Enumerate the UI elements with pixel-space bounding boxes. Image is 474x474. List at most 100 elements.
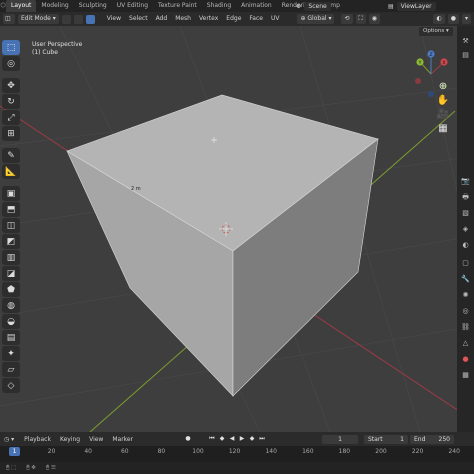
texture-tab-icon[interactable]: ▦ bbox=[460, 370, 471, 381]
knife-icon[interactable]: ◪ bbox=[2, 266, 20, 281]
modifier-tab-icon[interactable]: 🔧 bbox=[460, 274, 471, 285]
view-tab-icon[interactable]: ▤ bbox=[460, 50, 471, 61]
menu-uv[interactable]: UV bbox=[268, 14, 283, 24]
inset-icon[interactable]: ◫ bbox=[2, 218, 20, 233]
timeline-menu-keying[interactable]: Keying bbox=[60, 436, 80, 443]
workspace-tab-uv-editing[interactable]: UV Editing bbox=[112, 0, 153, 12]
play-reverse-icon[interactable]: ◀ bbox=[228, 435, 236, 443]
workspace-tab-shading[interactable]: Shading bbox=[202, 0, 236, 12]
timeline-editor-icon[interactable]: ◷ ▾ bbox=[4, 436, 14, 443]
scene-name[interactable]: Scene bbox=[304, 1, 331, 11]
world-tab-icon[interactable]: ◐ bbox=[460, 240, 471, 251]
jump-start-icon[interactable]: ⏮ bbox=[208, 435, 216, 443]
menu-face[interactable]: Face bbox=[246, 14, 266, 24]
timeline-menu-marker[interactable]: Marker bbox=[112, 436, 133, 443]
shrink-fatten-icon[interactable]: ✦ bbox=[2, 346, 20, 361]
poly-build-icon[interactable]: ⬟ bbox=[2, 282, 20, 297]
timeline-menu-view[interactable]: View bbox=[89, 436, 103, 443]
play-icon[interactable]: ▶ bbox=[238, 435, 246, 443]
viewport-info: User Perspective (1) Cube bbox=[32, 41, 82, 57]
mode-dropdown[interactable]: Edit Mode ▾ bbox=[18, 14, 59, 24]
workspace-tab-layout[interactable]: Layout bbox=[6, 0, 37, 12]
annotate-icon[interactable]: ✎ bbox=[2, 148, 20, 163]
pivot-point-icon[interactable]: ⟲ bbox=[341, 14, 353, 24]
bevel-icon[interactable]: ◩ bbox=[2, 234, 20, 249]
data-tab-icon[interactable]: △ bbox=[460, 338, 471, 349]
perspective-toggle-icon[interactable]: ▦ bbox=[435, 122, 451, 135]
shading-solid-icon[interactable]: ● bbox=[447, 14, 459, 24]
record-icon[interactable]: ● bbox=[184, 435, 192, 443]
smooth-icon[interactable]: ◒ bbox=[2, 314, 20, 329]
timeline-menu-playback[interactable]: Playback bbox=[24, 436, 51, 443]
object-tab-icon[interactable]: ▢ bbox=[460, 258, 471, 269]
extrude-icon[interactable]: ⬒ bbox=[2, 202, 20, 217]
end-value: 250 bbox=[438, 436, 450, 443]
editor-type-icon[interactable]: ◫ bbox=[3, 14, 15, 24]
scene-selector[interactable]: ⚙ Scene bbox=[296, 0, 331, 12]
view-layer-tab-icon[interactable]: ▧ bbox=[460, 208, 471, 219]
view-layer-selector[interactable]: ▤ ViewLayer bbox=[388, 0, 436, 12]
next-keyframe-icon[interactable]: ◆ bbox=[248, 435, 256, 443]
view-layer-name[interactable]: ViewLayer bbox=[396, 1, 436, 11]
transform-icon[interactable]: ⊞ bbox=[2, 126, 20, 141]
current-frame-field[interactable]: 1 bbox=[322, 435, 358, 444]
rotate-icon[interactable]: ↻ bbox=[2, 94, 20, 109]
scale-icon[interactable]: ⤢ bbox=[2, 110, 20, 125]
menu-add[interactable]: Add bbox=[153, 14, 171, 24]
constraints-tab-icon[interactable]: ⛓ bbox=[460, 322, 471, 333]
pan-hand-icon[interactable]: ✋ bbox=[435, 94, 451, 107]
face-select-icon[interactable] bbox=[85, 14, 95, 24]
tool-tab-icon[interactable]: ⚒ bbox=[460, 36, 471, 47]
start-frame-field[interactable]: Start 1 bbox=[364, 435, 408, 444]
active-object-label: (1) Cube bbox=[32, 49, 58, 56]
shear-icon[interactable]: ▱ bbox=[2, 362, 20, 377]
workspace-tab-modeling[interactable]: Modeling bbox=[36, 0, 73, 12]
mode-label: Edit Mode bbox=[21, 15, 51, 22]
proportional-edit-icon[interactable]: ◉ bbox=[368, 14, 380, 24]
header-menus: View Select Add Mesh Vertex Edge Face UV bbox=[104, 14, 283, 24]
output-tab-icon[interactable]: 🖶 bbox=[460, 192, 471, 203]
particles-tab-icon[interactable]: ✺ bbox=[460, 290, 471, 301]
end-label: End bbox=[414, 436, 426, 443]
workspace-tab-texture-paint[interactable]: Texture Paint bbox=[153, 0, 202, 12]
timeline-tick-label: 240 bbox=[448, 448, 460, 455]
playhead[interactable]: 1 bbox=[9, 447, 20, 456]
transform-orientation-label: Global bbox=[307, 15, 327, 22]
scene-tab-icon[interactable]: ◈ bbox=[460, 224, 471, 235]
menu-vertex[interactable]: Vertex bbox=[196, 14, 221, 24]
menu-edge[interactable]: Edge bbox=[223, 14, 244, 24]
material-tab-icon[interactable]: ● bbox=[460, 354, 471, 365]
end-frame-field[interactable]: End 250 bbox=[410, 435, 454, 444]
edge-slide-icon[interactable]: ▤ bbox=[2, 330, 20, 345]
prev-keyframe-icon[interactable]: ◆ bbox=[218, 435, 226, 443]
options-dropdown[interactable]: Options ▾ bbox=[419, 27, 453, 36]
timeline-ruler[interactable]: 1 120406080100120140160180200220240 bbox=[0, 446, 474, 462]
transform-orientation-dropdown[interactable]: ⊕ Global ▾ bbox=[297, 14, 335, 24]
jump-end-icon[interactable]: ⏭ bbox=[258, 435, 266, 443]
physics-tab-icon[interactable]: ◎ bbox=[460, 306, 471, 317]
cursor-icon[interactable]: ◎ bbox=[2, 56, 20, 71]
workspace-tab-sculpting[interactable]: Sculpting bbox=[74, 0, 112, 12]
vertex-select-icon[interactable] bbox=[61, 14, 71, 24]
move-icon[interactable]: ✥ bbox=[2, 78, 20, 93]
camera-view-icon[interactable]: 🎥 bbox=[435, 108, 451, 121]
timeline-tick-label: 60 bbox=[120, 448, 129, 455]
menu-mesh[interactable]: Mesh bbox=[172, 14, 194, 24]
rip-icon[interactable]: ◇ bbox=[2, 378, 20, 393]
3d-viewport[interactable]: User Perspective (1) Cube 2 m ⬚ ◎ ✥ ↻ ⤢ ⊞ ✎ 📐 ▣ ⬒… bbox=[0, 26, 474, 432]
shading-dropdown[interactable]: ▾ bbox=[461, 14, 471, 24]
svg-text:X: X bbox=[442, 60, 445, 66]
loop-cut-icon[interactable]: ▥ bbox=[2, 250, 20, 265]
workspace-tab-animation[interactable]: Animation bbox=[236, 0, 277, 12]
zoom-icon[interactable]: ⊕ bbox=[435, 80, 451, 93]
spin-icon[interactable]: ◍ bbox=[2, 298, 20, 313]
menu-select[interactable]: Select bbox=[126, 14, 151, 24]
edge-select-icon[interactable] bbox=[73, 14, 83, 24]
overlay-icon[interactable]: ◐ bbox=[433, 14, 445, 24]
menu-view[interactable]: View bbox=[104, 14, 124, 24]
select-box-icon[interactable]: ⬚ bbox=[2, 40, 20, 55]
measure-icon[interactable]: 📐 bbox=[2, 164, 20, 179]
render-tab-icon[interactable]: 📷 bbox=[460, 176, 471, 187]
add-cube-icon[interactable]: ▣ bbox=[2, 186, 20, 201]
snap-icon[interactable]: ⛶ bbox=[355, 14, 366, 24]
